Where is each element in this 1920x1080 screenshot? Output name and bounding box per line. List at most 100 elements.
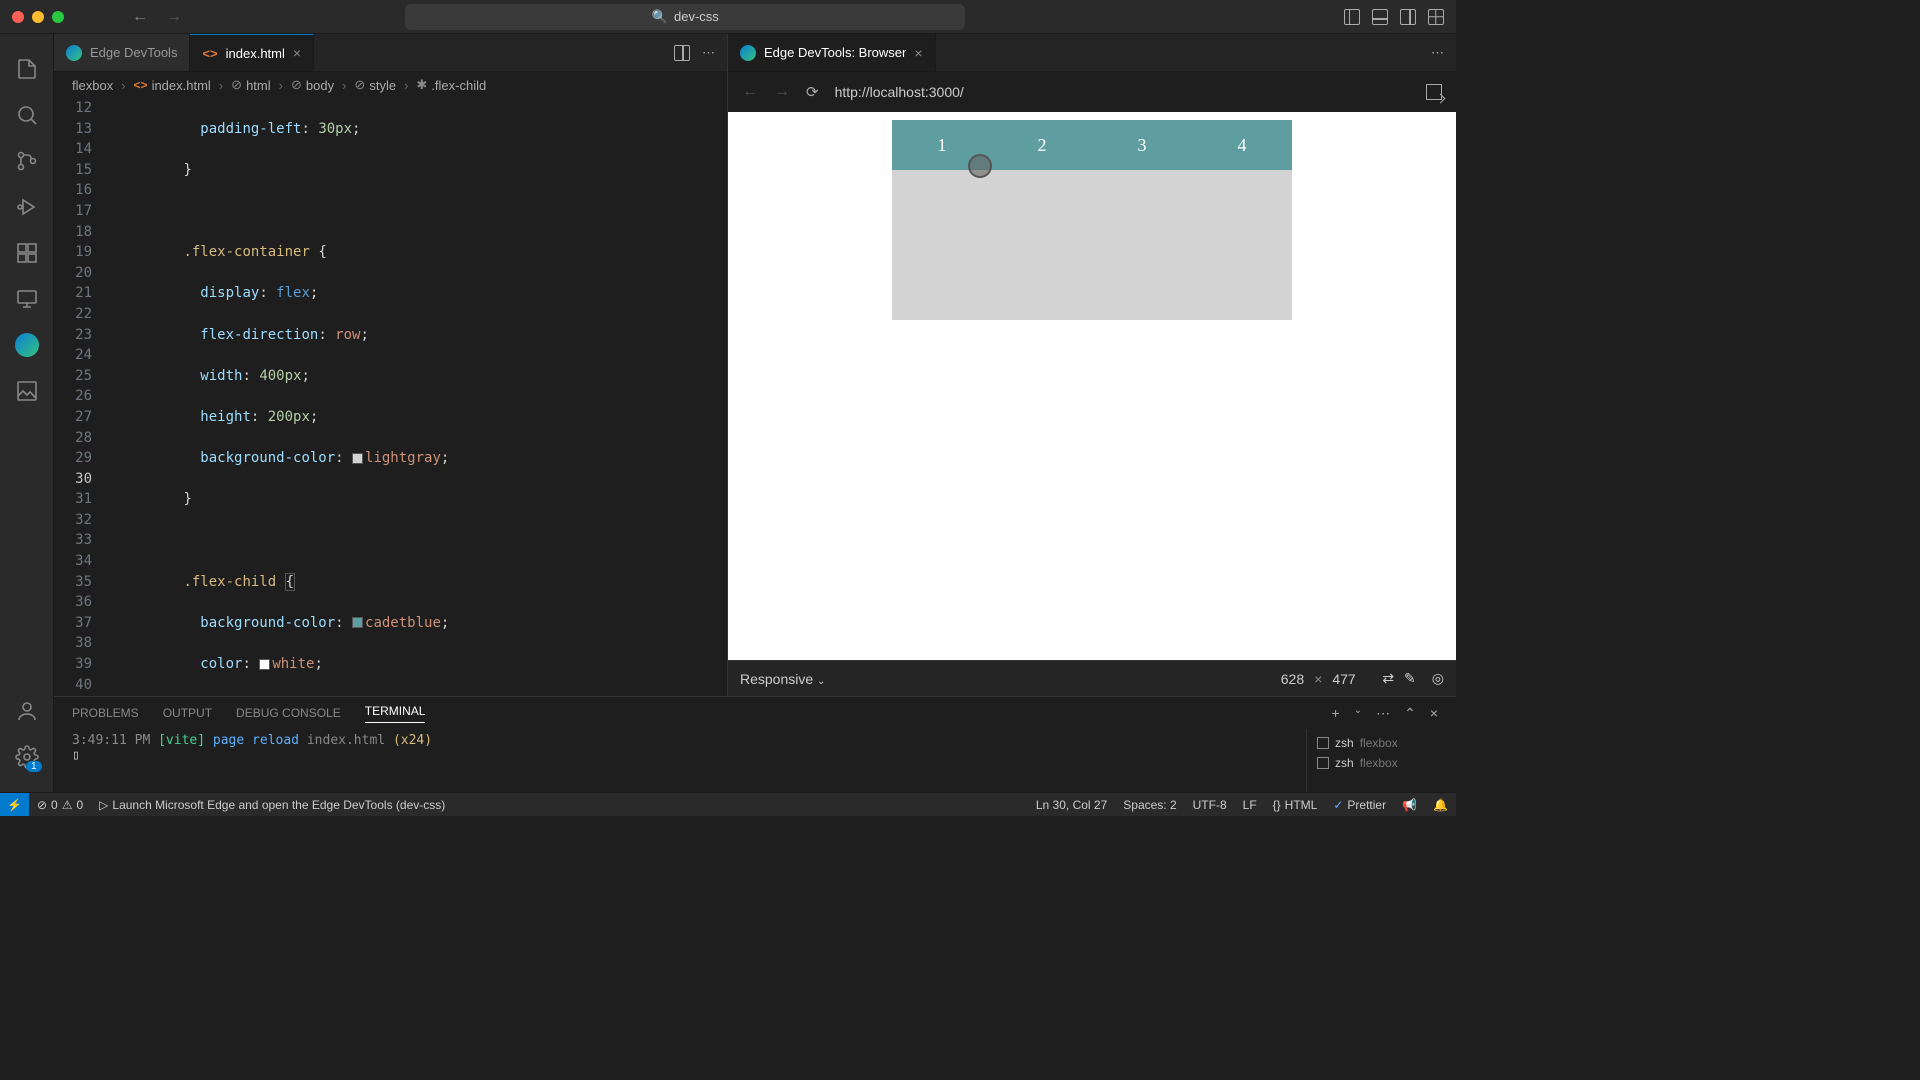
explorer-icon[interactable] [4, 46, 50, 92]
panel-tabs: PROBLEMS OUTPUT DEBUG CONSOLE TERMINAL +… [54, 697, 1456, 729]
browser-toolbar: ← → ⟳ http://localhost:3000/ [728, 72, 1456, 112]
notifications-icon[interactable]: 🔔 [1425, 793, 1456, 816]
activity-bar: 1 [0, 34, 54, 792]
editor-tabs-left: Edge DevTools <> index.html × ⋯ [54, 34, 727, 72]
viewport-height[interactable]: 477 [1332, 671, 1372, 687]
device-toolbar: Responsive ⌄ 628 × 477 ⇄ ✎ ◎ [728, 660, 1456, 696]
terminal-list: zsh flexbox zsh flexbox [1306, 729, 1456, 792]
reload-button[interactable]: ⟳ [806, 83, 819, 101]
language-mode-status[interactable]: {} HTML [1265, 793, 1326, 816]
breadcrumb-style[interactable]: ⊘ style [354, 77, 396, 93]
terminal-session[interactable]: zsh flexbox [1317, 753, 1446, 773]
touch-cursor-icon [968, 154, 992, 178]
more-actions-icon[interactable]: ⋯ [702, 45, 715, 61]
customize-layout-icon[interactable] [1428, 9, 1444, 25]
browser-forward-button[interactable]: → [774, 83, 790, 101]
tab-problems[interactable]: PROBLEMS [72, 706, 139, 720]
viewport-width[interactable]: 628 [1264, 671, 1304, 687]
editor-group-right: Edge DevTools: Browser × ⋯ ← → ⟳ http://… [728, 34, 1456, 696]
editor-tabs-right: Edge DevTools: Browser × ⋯ [728, 34, 1456, 72]
close-panel-icon[interactable]: × [1430, 705, 1438, 722]
terminal-session[interactable]: zsh flexbox [1317, 733, 1446, 753]
run-debug-icon[interactable] [4, 184, 50, 230]
terminal-dropdown-icon[interactable]: ⌄ [1354, 705, 1362, 722]
indentation-status[interactable]: Spaces: 2 [1115, 793, 1184, 816]
preview-flex-child: 4 [1192, 120, 1292, 170]
terminal-output[interactable]: 3:49:11 PM [vite] page reload index.html… [54, 729, 1306, 792]
settings-activity-icon[interactable]: 1 [4, 734, 50, 780]
tab-terminal[interactable]: TERMINAL [365, 704, 426, 723]
accounts-icon[interactable] [4, 688, 50, 734]
breadcrumb-file[interactable]: <> index.html [134, 78, 211, 93]
tab-label: Edge DevTools [90, 45, 177, 60]
errors-status[interactable]: ⊘ 0 ⚠ 0 [29, 793, 91, 816]
status-bar: ⚡ ⊘ 0 ⚠ 0 ▷ Launch Microsoft Edge and op… [0, 792, 1456, 816]
browser-back-button[interactable]: ← [742, 83, 758, 101]
command-center[interactable]: 🔍 dev-css [405, 4, 965, 30]
search-icon: 🔍 [652, 9, 668, 25]
close-tab-icon[interactable]: × [914, 45, 922, 61]
preview-flex-container: 1 2 3 4 [892, 120, 1292, 320]
encoding-status[interactable]: UTF-8 [1185, 793, 1235, 816]
tab-browser[interactable]: Edge DevTools: Browser × [728, 34, 936, 71]
toggle-primary-sidebar-icon[interactable] [1344, 9, 1360, 25]
split-editor-icon[interactable] [674, 45, 690, 61]
breadcrumb-folder[interactable]: flexbox [72, 78, 113, 93]
close-window-button[interactable] [12, 11, 24, 23]
preview-flex-child: 2 [992, 120, 1092, 170]
edge-devtools-icon[interactable] [4, 322, 50, 368]
toggle-secondary-sidebar-icon[interactable] [1400, 9, 1416, 25]
prettier-status[interactable]: ✓ Prettier [1325, 793, 1394, 816]
search-text: dev-css [674, 9, 719, 24]
titlebar: ← → 🔍 dev-css [0, 0, 1456, 34]
dimensions-separator: × [1314, 671, 1322, 687]
code-editor[interactable]: 1213141516171819202122232425262728293031… [54, 98, 727, 696]
breadcrumb-html[interactable]: ⊘ html [231, 77, 270, 93]
close-tab-icon[interactable]: × [293, 45, 301, 61]
tab-devtools[interactable]: Edge DevTools [54, 34, 190, 71]
image-activity-icon[interactable] [4, 368, 50, 414]
launch-task-status[interactable]: ▷ Launch Microsoft Edge and open the Edg… [91, 793, 453, 816]
breadcrumb[interactable]: flexbox › <> index.html › ⊘ html › ⊘ bod… [54, 72, 727, 98]
edge-icon [66, 45, 82, 61]
device-dropdown[interactable]: Responsive ⌄ [740, 671, 825, 687]
settings-badge: 1 [26, 761, 42, 772]
source-control-icon[interactable] [4, 138, 50, 184]
feedback-icon[interactable]: 📢 [1394, 793, 1425, 816]
remote-explorer-icon[interactable] [4, 276, 50, 322]
terminal-panel: PROBLEMS OUTPUT DEBUG CONSOLE TERMINAL +… [54, 696, 1456, 792]
more-actions-icon[interactable]: ⋯ [1431, 45, 1444, 61]
breadcrumb-body[interactable]: ⊘ body [291, 77, 334, 93]
inspect-icon[interactable] [1426, 84, 1442, 100]
minimize-window-button[interactable] [32, 11, 44, 23]
breadcrumb-class[interactable]: ✱ .flex-child [416, 77, 486, 93]
maximize-panel-icon[interactable]: ⌃ [1404, 705, 1416, 722]
forward-button[interactable]: → [166, 8, 182, 26]
url-bar[interactable]: http://localhost:3000/ [835, 84, 964, 100]
cursor-position-status[interactable]: Ln 30, Col 27 [1028, 793, 1115, 816]
tab-debug-console[interactable]: DEBUG CONSOLE [236, 706, 341, 720]
browser-viewport[interactable]: 1 2 3 4 [728, 112, 1456, 660]
layout-controls [1344, 9, 1444, 25]
remote-indicator[interactable]: ⚡ [0, 793, 29, 816]
tab-index-html[interactable]: <> index.html × [190, 34, 314, 71]
back-button[interactable]: ← [132, 8, 148, 26]
split-terminal-icon[interactable]: ⋯ [1376, 705, 1390, 722]
auto-adjust-zoom-icon[interactable]: ✎ [1404, 670, 1416, 687]
extensions-icon[interactable] [4, 230, 50, 276]
search-activity-icon[interactable] [4, 92, 50, 138]
new-terminal-icon[interactable]: + [1332, 705, 1340, 722]
html-file-icon: <> [202, 46, 217, 61]
history-nav: ← → [132, 8, 182, 26]
eol-status[interactable]: LF [1235, 793, 1265, 816]
window-controls [12, 11, 64, 23]
tab-output[interactable]: OUTPUT [163, 706, 212, 720]
maximize-window-button[interactable] [52, 11, 64, 23]
edge-icon [740, 45, 756, 61]
capture-screenshot-icon[interactable]: ◎ [1432, 670, 1444, 687]
toggle-panel-icon[interactable] [1372, 9, 1388, 25]
rotate-icon[interactable]: ⇄ [1382, 670, 1394, 687]
preview-flex-child: 3 [1092, 120, 1192, 170]
editor-group-left: Edge DevTools <> index.html × ⋯ flexbox … [54, 34, 728, 696]
tab-label: Edge DevTools: Browser [764, 45, 906, 60]
